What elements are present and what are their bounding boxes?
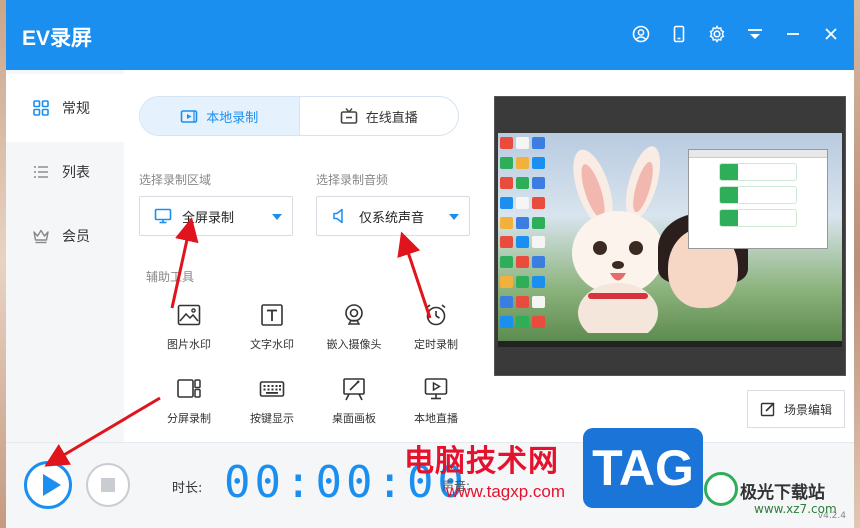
sidebar-item-member[interactable]: 会员	[6, 202, 124, 270]
tool-image-watermark[interactable]: 图片水印	[149, 302, 229, 362]
tool-local-live[interactable]: 本地直播	[396, 376, 476, 436]
sidebar: 常规 列表 会员	[6, 70, 124, 442]
collapse-menu-icon[interactable]	[746, 25, 764, 43]
tool-label: 按键显示	[250, 412, 294, 425]
tool-label: 定时录制	[414, 338, 458, 351]
desktop-preview-image	[498, 133, 842, 341]
tool-split-screen-record[interactable]: 分屏录制	[149, 376, 229, 436]
tool-label: 嵌入摄像头	[326, 338, 382, 351]
record-area-value: 全屏录制	[182, 210, 235, 226]
speaker-icon	[333, 208, 343, 224]
tab-online-live[interactable]: 在线直播	[298, 97, 459, 135]
record-audio-select[interactable]: 仅系统声音	[316, 196, 470, 236]
split-screen-icon	[177, 379, 201, 398]
sidebar-item-general[interactable]: 常规	[6, 74, 124, 142]
tool-label: 文字水印	[250, 338, 294, 351]
edit-icon	[760, 402, 775, 417]
minimize-icon[interactable]	[784, 25, 802, 43]
timer-icon	[426, 304, 446, 326]
record-audio-label: 选择录制音频	[316, 173, 389, 187]
stop-record-button[interactable]	[86, 463, 130, 507]
phone-icon[interactable]	[670, 25, 688, 43]
tab-label: 在线直播	[365, 110, 418, 126]
chevron-down-icon	[449, 214, 459, 220]
tool-label: 分屏录制	[167, 412, 211, 425]
sidebar-item-label: 会员	[62, 229, 90, 245]
stop-icon	[101, 478, 115, 492]
chevron-down-icon	[272, 214, 282, 220]
tool-label: 桌面画板	[332, 412, 376, 425]
watermark-aurora-logo-icon	[704, 472, 738, 506]
monitor-icon	[154, 208, 172, 224]
start-record-button[interactable]	[24, 461, 72, 509]
list-icon	[34, 166, 48, 178]
watermark-site-url: www.tagxp.com	[446, 482, 566, 501]
sidebar-item-label: 列表	[62, 165, 90, 181]
grid-icon	[33, 100, 49, 116]
watermark-logo-url: www.xz7.com	[754, 502, 837, 516]
title-bar-controls	[632, 25, 840, 43]
text-watermark-icon	[261, 304, 283, 326]
tool-desktop-drawing-board[interactable]: 桌面画板	[314, 376, 394, 436]
watermark-tag-logo: TAG	[583, 428, 703, 508]
desktop-icons	[500, 137, 548, 333]
tool-label: 图片水印	[167, 338, 211, 351]
background-right-edge	[854, 0, 860, 528]
preview-taskbar	[498, 341, 842, 347]
image-watermark-icon	[177, 304, 201, 326]
settings-gear-icon[interactable]	[708, 25, 726, 43]
record-area-select[interactable]: 全屏录制	[139, 196, 293, 236]
watermark-logo-text: 极光下载站	[740, 483, 825, 503]
tool-keystroke-display[interactable]: 按键显示	[232, 376, 312, 436]
play-icon	[43, 474, 61, 496]
tool-scheduled-record[interactable]: 定时录制	[396, 302, 476, 362]
record-area-label: 选择录制区域	[139, 173, 212, 187]
user-icon[interactable]	[632, 25, 650, 43]
record-audio-value: 仅系统声音	[359, 210, 425, 226]
sidebar-item-list[interactable]: 列表	[6, 138, 124, 206]
drawing-board-icon	[343, 378, 365, 401]
tools-label: 辅助工具	[146, 270, 195, 284]
scene-edit-label: 场景编辑	[783, 402, 832, 417]
watermark-site-name: 电脑技术网	[404, 444, 559, 479]
tool-text-watermark[interactable]: 文字水印	[232, 302, 312, 362]
record-mode-tabs: 本地录制 在线直播	[139, 96, 459, 136]
tool-embed-webcam[interactable]: 嵌入摄像头	[314, 302, 394, 362]
sidebar-item-label: 常规	[62, 101, 90, 117]
keyboard-icon	[259, 381, 285, 397]
scene-edit-button[interactable]: 场景编辑	[747, 390, 845, 428]
duration-label: 时长:	[172, 481, 203, 496]
crown-icon	[33, 229, 49, 244]
video-record-icon	[180, 110, 198, 123]
title-bar[interactable]: EV录屏	[6, 0, 854, 70]
tool-label: 本地直播	[414, 412, 458, 425]
close-icon[interactable]	[822, 25, 840, 43]
webcam-icon	[345, 304, 363, 325]
local-live-icon	[424, 378, 448, 400]
main-panel: 本地录制 在线直播 选择录制区域 选择录制音频 全屏录制 仅系统声音 辅助工具 …	[124, 70, 494, 442]
tab-local-record[interactable]: 本地录制	[140, 97, 299, 135]
app-title: EV录屏	[22, 27, 93, 50]
tab-label: 本地录制	[206, 110, 259, 126]
preview-browser-window	[688, 149, 828, 249]
screen-preview	[494, 96, 846, 376]
tv-icon	[340, 108, 358, 124]
